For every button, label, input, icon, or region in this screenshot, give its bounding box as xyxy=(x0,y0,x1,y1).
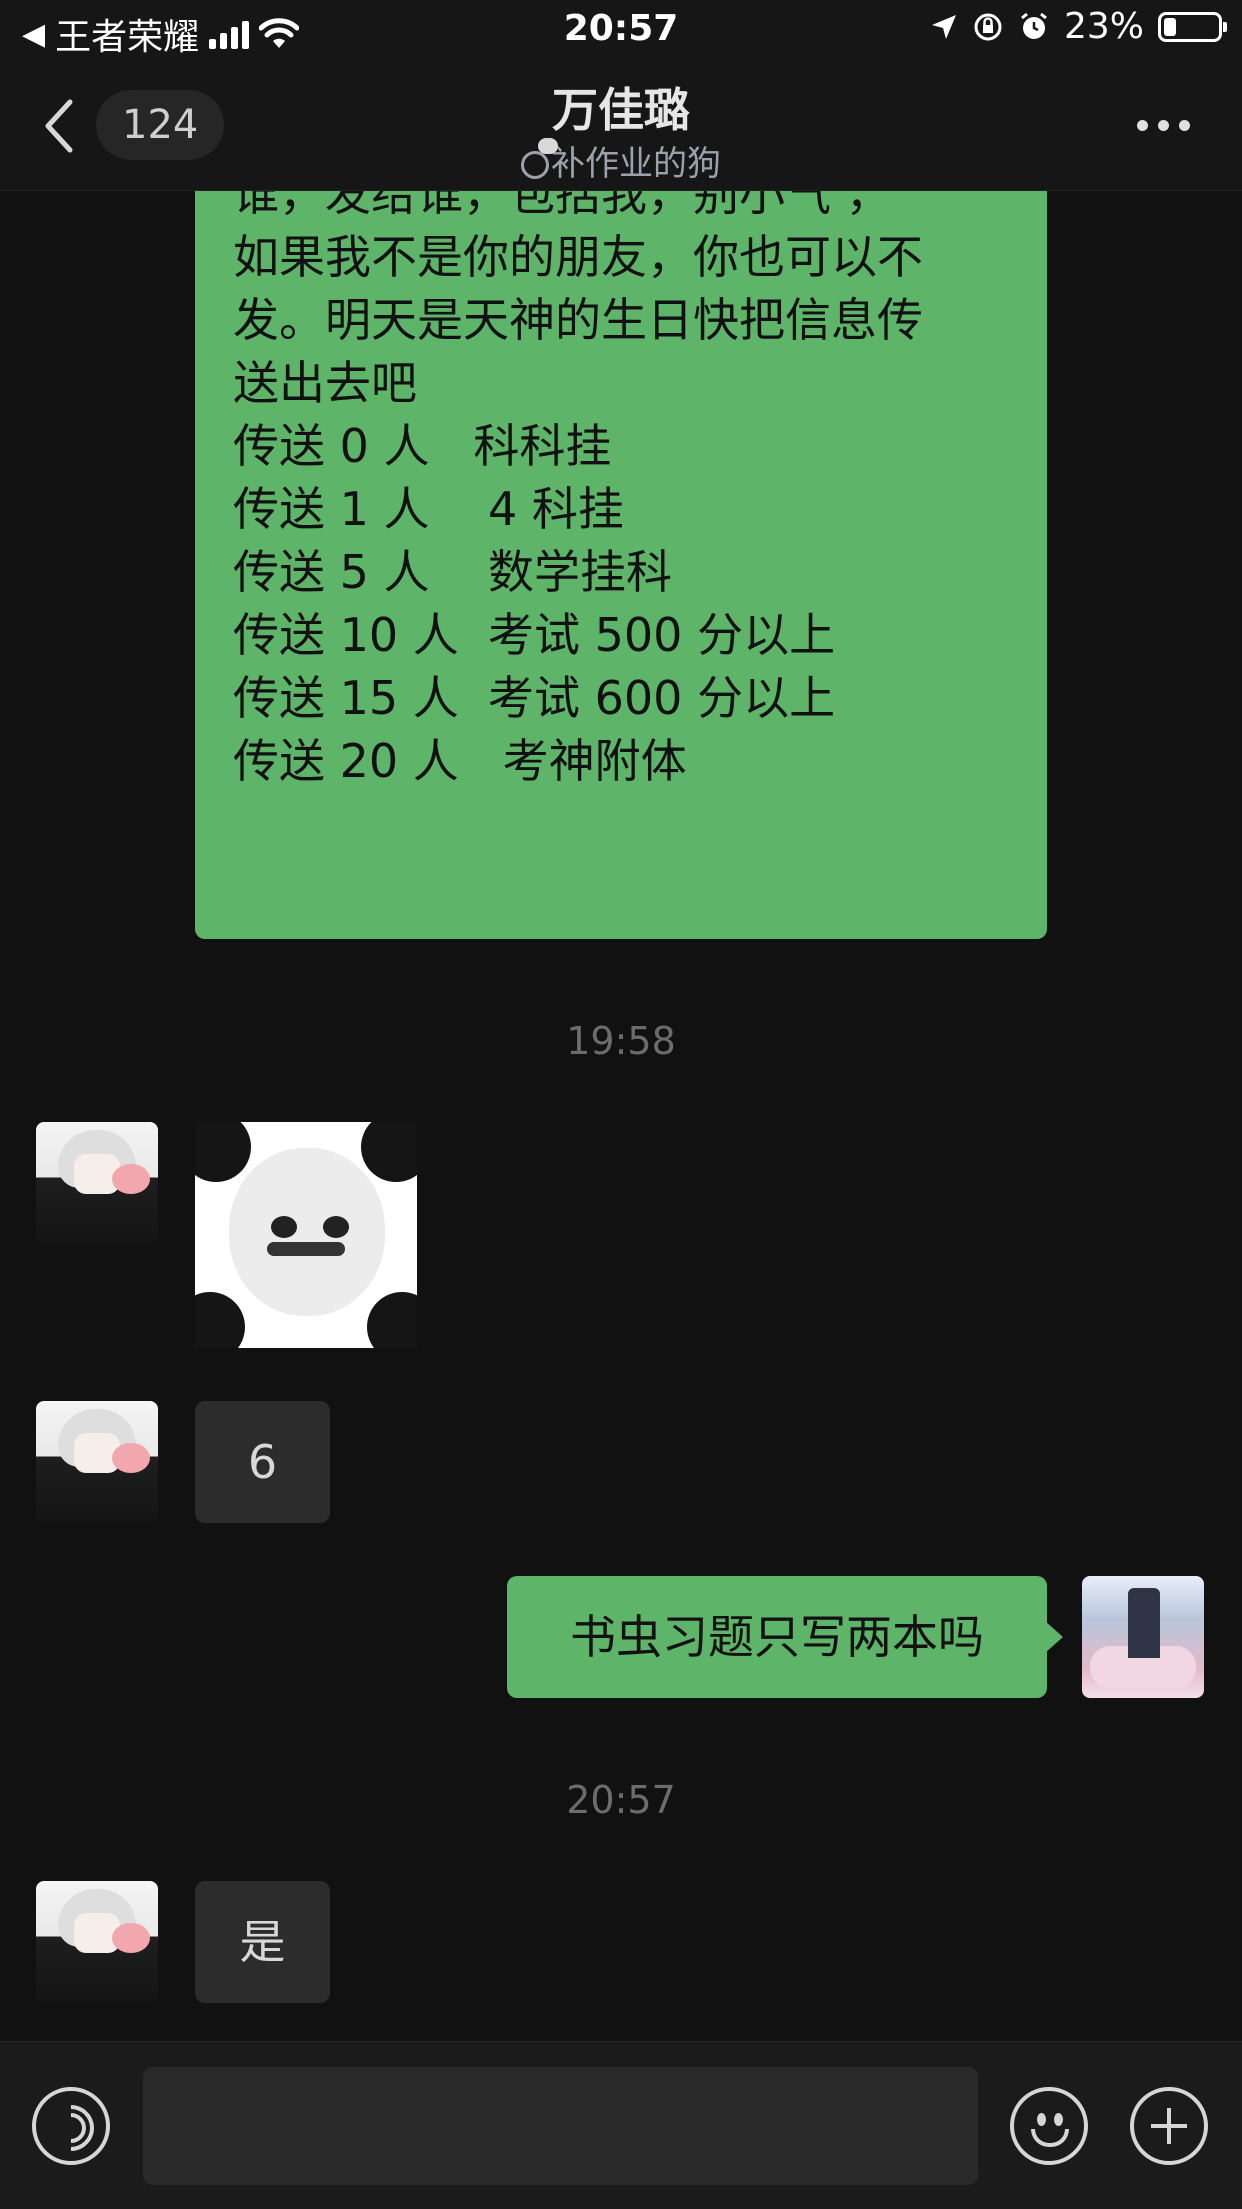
status-icon xyxy=(521,138,558,179)
status-bar: ◀ 王者荣耀 20:57 23% xyxy=(0,0,1242,60)
message-line: 送出去吧 xyxy=(233,356,417,410)
alarm-icon xyxy=(1021,12,1047,39)
battery-percent: 23% xyxy=(1063,6,1144,47)
panda-sticker-image[interactable] xyxy=(195,1122,417,1348)
contact-avatar[interactable] xyxy=(36,1122,158,1244)
location-arrow-icon xyxy=(931,14,956,39)
message-line: 如果我不是你的朋友，你也可以不 xyxy=(233,230,923,284)
chain-message-bubble[interactable]: 谁，发给谁，包括我，别小气 ， 如果我不是你的朋友，你也可以不 发。明天是天神的… xyxy=(195,191,1047,939)
message-timestamp: 19:58 xyxy=(566,1019,676,1063)
received-message-bubble[interactable]: 6 xyxy=(195,1401,330,1523)
message-input-bar xyxy=(0,2041,1242,2209)
emoji-icon[interactable] xyxy=(1010,2087,1088,2165)
message-line: 传送 20 人 考神附体 xyxy=(233,734,687,788)
battery-icon xyxy=(1158,11,1227,42)
sent-message-bubble[interactable]: 书虫习题只写两本吗 xyxy=(507,1576,1063,1698)
chat-history[interactable]: 谁，发给谁，包括我，别小气 ， 如果我不是你的朋友，你也可以不 发。明天是天神的… xyxy=(0,191,1242,2041)
contact-status-text: 补作业的狗 xyxy=(551,144,721,184)
message-timestamp: 20:57 xyxy=(566,1778,676,1822)
message-line: 发。明天是天神的生日快把信息传 xyxy=(233,293,923,347)
contact-status: 补作业的狗 xyxy=(0,136,1242,185)
message-line: 传送 1 人 4 科挂 xyxy=(233,482,624,536)
more-options-icon[interactable] xyxy=(1137,120,1190,131)
message-line: 传送 5 人 数学挂科 xyxy=(233,545,672,599)
message-text-input[interactable] xyxy=(143,2067,978,2185)
status-right: 23% xyxy=(930,6,1227,47)
voice-input-icon[interactable] xyxy=(32,2087,110,2165)
message-line: 传送 10 人 考试 500 分以上 xyxy=(233,608,836,662)
message-line: 传送 0 人 科科挂 xyxy=(233,419,612,473)
contact-avatar[interactable] xyxy=(36,1881,158,2003)
plus-icon[interactable] xyxy=(1130,2087,1208,2165)
my-avatar[interactable] xyxy=(1082,1576,1204,1698)
received-message-bubble[interactable]: 是 xyxy=(195,1881,330,2003)
rotation-lock-icon xyxy=(974,13,1002,40)
chat-header: 124 万佳璐 补作业的狗 xyxy=(0,60,1242,191)
contact-avatar[interactable] xyxy=(36,1401,158,1523)
message-line: 传送 15 人 考试 600 分以上 xyxy=(233,671,836,725)
message-line: 谁，发给谁，包括我，别小气 ， xyxy=(233,191,892,221)
contact-name: 万佳璐 xyxy=(552,83,690,137)
